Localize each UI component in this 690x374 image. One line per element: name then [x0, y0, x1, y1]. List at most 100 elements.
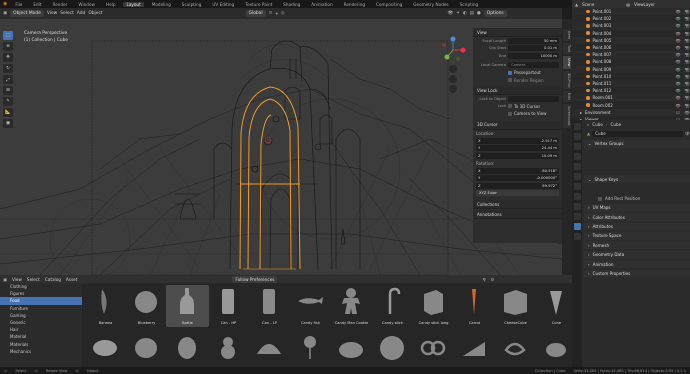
particles-props-icon[interactable] — [573, 203, 581, 210]
catalog-item[interactable]: Food — [0, 297, 82, 305]
eye-icon[interactable]: 👁 — [675, 81, 681, 86]
view-lock-header[interactable]: View Lock — [473, 86, 562, 95]
catalog-item[interactable]: Material — [0, 333, 82, 340]
asset-banana[interactable]: Banana — [84, 285, 127, 327]
workspace-tab-geometry-nodes[interactable]: Geometry Nodes — [410, 2, 451, 7]
eye-icon[interactable]: 👁 — [675, 67, 681, 72]
asset-can-hp[interactable]: Can - HP — [207, 285, 250, 327]
lib-view-menu[interactable]: View — [12, 277, 22, 282]
overlay-icon[interactable]: ◐ — [463, 11, 467, 16]
cursor-loc-z-field[interactable]: Z 10.09 m — [476, 152, 559, 159]
eye-icon[interactable]: 👁 — [675, 16, 681, 21]
asset-candy-stick[interactable]: Candy stick — [371, 285, 414, 327]
eye-icon[interactable]: 👁 — [675, 52, 681, 57]
shading-solid-icon[interactable]: ● — [477, 11, 481, 16]
camera-icon[interactable]: 📷 — [684, 88, 690, 93]
options-button[interactable]: Options — [483, 10, 507, 17]
render-props-icon[interactable] — [573, 133, 581, 140]
asset-cone[interactable]: Cone — [535, 285, 578, 327]
select-menu[interactable]: Select — [60, 11, 74, 16]
asset-row2-6[interactable] — [289, 329, 332, 371]
annotate-tool-icon[interactable]: ✎ — [3, 97, 13, 106]
tab-tool[interactable]: Tool — [563, 43, 571, 55]
camera-icon[interactable]: 📷 — [684, 16, 690, 21]
asset-bottle[interactable]: Bottle — [166, 285, 209, 327]
eye-icon[interactable]: 👁 — [684, 110, 690, 115]
catalog-item[interactable]: Hair — [0, 326, 82, 333]
eye-icon[interactable]: 👁 — [675, 95, 681, 100]
menu-file[interactable]: File — [12, 2, 25, 7]
asset-row2-4[interactable] — [207, 329, 250, 371]
lock-to-cursor-checkbox[interactable] — [508, 104, 512, 109]
workspace-tab-scripting[interactable]: Scripting — [457, 2, 482, 7]
outliner-item[interactable]: Room.002 👁 📷 — [572, 101, 690, 108]
camera-icon[interactable]: 📷 — [684, 31, 690, 36]
view-panel-header[interactable]: View — [473, 28, 562, 37]
render-region-checkbox[interactable] — [508, 78, 512, 83]
tool-props-icon[interactable] — [573, 123, 581, 130]
camera-icon[interactable]: 📷 — [684, 74, 690, 79]
catalog-item[interactable]: Materials — [0, 341, 82, 348]
eye-icon[interactable]: 👁 — [675, 45, 681, 50]
lib-catalog-menu[interactable]: Catalog — [45, 277, 61, 282]
catalog-item[interactable]: Generic — [0, 319, 82, 326]
outliner-item[interactable]: Point.009 👁 📷 — [572, 65, 690, 73]
cursor-tool-icon[interactable]: ⊕ — [3, 42, 13, 51]
clip-start-field[interactable]: 0.01 m — [508, 45, 559, 52]
passepartout-checkbox[interactable] — [508, 70, 512, 75]
annotations-panel-header[interactable]: Annotations — [473, 210, 562, 219]
asset-row2-7[interactable] — [330, 329, 373, 371]
outliner-item[interactable]: Point.008 👁 📷 — [572, 58, 690, 65]
asset-blueberry[interactable]: Blueberry — [125, 285, 168, 327]
eye-icon[interactable]: 👁 — [675, 9, 681, 14]
asset-row2-10[interactable] — [453, 329, 496, 371]
xray-icon[interactable]: ▤ — [470, 11, 474, 16]
menu-help[interactable]: Help — [103, 2, 119, 7]
workspace-tab-uv-editing[interactable]: UV Editing — [209, 2, 237, 7]
outliner-item[interactable]: Point.012 👁 📷 — [572, 87, 690, 94]
camera-icon[interactable]: 📷 — [684, 52, 690, 57]
menu-render[interactable]: Render — [50, 2, 71, 7]
camera-icon[interactable]: 📷 — [684, 103, 690, 108]
settings-icon[interactable]: ⚙ — [491, 277, 495, 282]
object-props-icon[interactable] — [573, 183, 581, 190]
outliner-item[interactable]: Point.001 👁 📷 — [572, 8, 690, 16]
asset-row2-3[interactable] — [166, 329, 209, 371]
panel-custom-properties[interactable]: › Custom Properties — [584, 269, 690, 278]
mesh-data-props-icon[interactable] — [573, 223, 581, 230]
asset-candy-man-cookie[interactable]: Candy Man Cookie — [330, 285, 373, 327]
asset-candy-fish[interactable]: Candy fish — [289, 285, 332, 327]
mesh-name-field[interactable]: Cube — [592, 130, 683, 137]
panel-shape-keys[interactable]: ⌄ Shape Keys — [584, 175, 690, 184]
workspace-tab-modeling[interactable]: Modeling — [149, 2, 174, 7]
mode-select[interactable]: Object Mode — [10, 10, 44, 17]
modifier-props-icon[interactable] — [573, 193, 581, 200]
workspace-tab-sculpting[interactable]: Sculpting — [179, 2, 205, 7]
outliner-item[interactable]: Point.003 👁 📷 — [572, 22, 690, 30]
outliner-item[interactable]: Point.002 👁 📷 — [572, 15, 690, 22]
camera-icon[interactable]: 📷 — [684, 23, 690, 28]
asset-row2-9[interactable] — [412, 329, 455, 371]
tab-3d-print[interactable]: 3D-Print — [563, 70, 571, 90]
transform-tool-icon[interactable]: ⊞ — [3, 86, 13, 95]
rotate-tool-icon[interactable]: ↻ — [3, 64, 13, 73]
camera-icon[interactable]: 📷 — [684, 81, 690, 86]
panel-texture-space[interactable]: › Texture Space — [584, 231, 690, 240]
eye-icon[interactable]: 👁 — [675, 23, 681, 28]
lib-asset-menu[interactable]: Asset — [66, 277, 77, 282]
measure-tool-icon[interactable]: 📐 — [3, 108, 13, 117]
panel-geometry-data[interactable]: › Geometry Data — [584, 250, 690, 259]
catalog-item[interactable]: Mechanics — [0, 348, 82, 355]
workspace-tab-layout[interactable]: Layout — [123, 1, 144, 7]
outliner-item[interactable]: Point.005 👁 📷 — [572, 36, 690, 44]
camera-icon[interactable]: 📷 — [684, 45, 690, 50]
editor-type-icon[interactable]: ▣ — [3, 11, 7, 16]
scene-name[interactable]: Scene — [582, 2, 594, 7]
asset-row2-8[interactable] — [371, 329, 414, 371]
asset-row2-11[interactable] — [494, 329, 537, 371]
object-menu[interactable]: Object — [88, 11, 102, 16]
eye-icon[interactable]: 👁 — [675, 74, 681, 79]
camera-icon[interactable]: 📷 — [684, 9, 690, 14]
tab-view[interactable]: View — [563, 56, 571, 69]
workspace-tab-texture-paint[interactable]: Texture Paint — [242, 2, 275, 7]
